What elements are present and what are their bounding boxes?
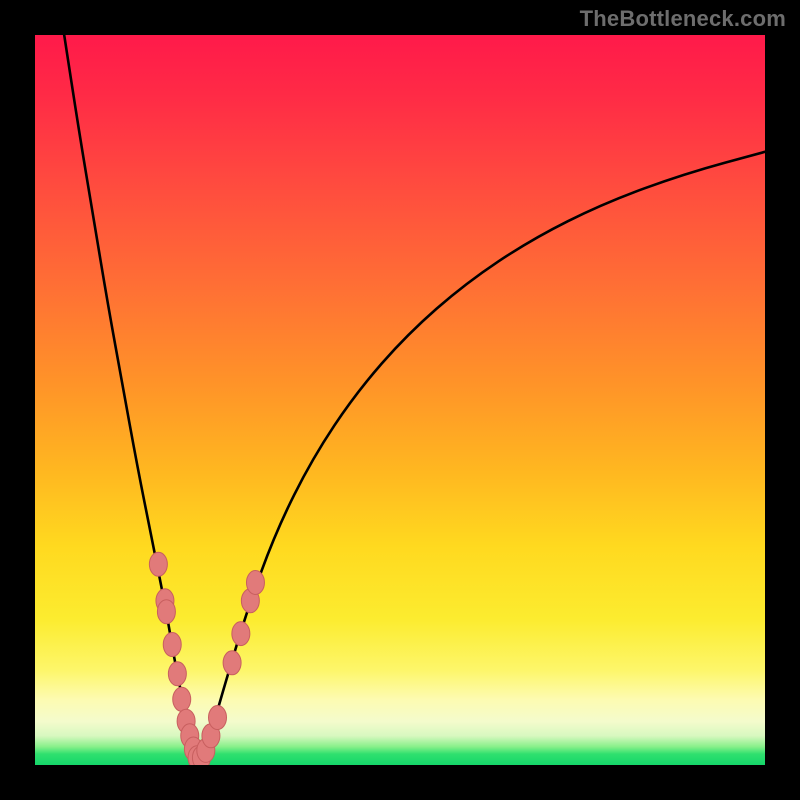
sample-marker xyxy=(163,633,181,657)
sample-marker xyxy=(246,571,264,595)
sample-marker xyxy=(223,651,241,675)
chart-frame: TheBottleneck.com xyxy=(0,0,800,800)
sample-marker xyxy=(232,622,250,646)
sample-marker xyxy=(157,600,175,624)
sample-marker xyxy=(173,687,191,711)
plot-area xyxy=(35,35,765,765)
curve-right-branch xyxy=(199,152,765,765)
watermark-text: TheBottleneck.com xyxy=(580,6,786,32)
curve-left-branch xyxy=(64,35,198,765)
curve-layer xyxy=(35,35,765,765)
sample-marker xyxy=(168,662,186,686)
sample-marker xyxy=(209,706,227,730)
sample-markers xyxy=(149,552,264,765)
sample-marker xyxy=(149,552,167,576)
